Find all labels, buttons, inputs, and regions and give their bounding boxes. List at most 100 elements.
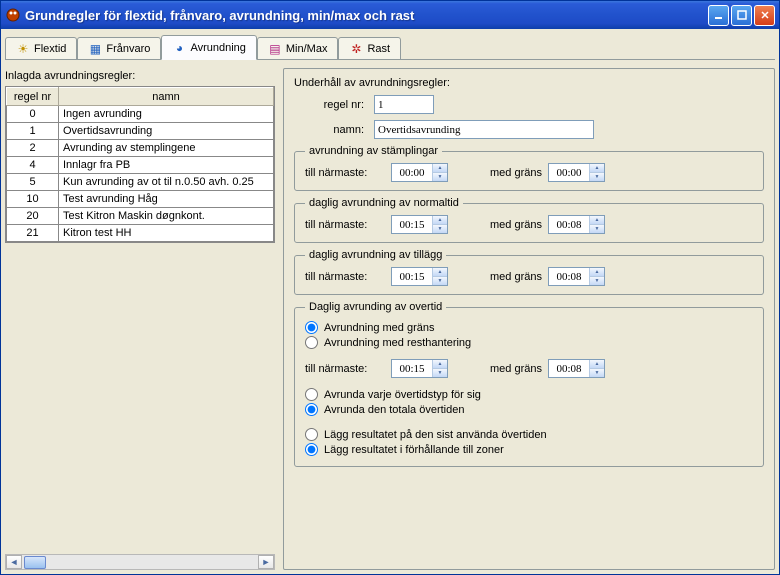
radio-varje-typ[interactable] <box>305 388 318 401</box>
med-grans-label: med gräns <box>490 219 542 231</box>
tillagg-nearest-input[interactable] <box>392 268 432 285</box>
radio-sist-anvanda[interactable] <box>305 428 318 441</box>
cell-namn: Kitron test HH <box>59 225 274 242</box>
cell-regel-nr: 20 <box>7 208 59 225</box>
spin-up-icon[interactable]: ▲ <box>433 164 447 173</box>
cell-namn: Kun avrunding av ot til n.0.50 avh. 0.25 <box>59 174 274 191</box>
spin-down-icon[interactable]: ▼ <box>433 369 447 377</box>
tab-avrundning[interactable]: ◕ Avrundning <box>161 35 256 60</box>
minmax-icon: ▤ <box>268 42 282 56</box>
spin-up-icon[interactable]: ▲ <box>590 216 604 225</box>
spin-down-icon[interactable]: ▼ <box>590 369 604 377</box>
spin-up-icon[interactable]: ▲ <box>433 360 447 369</box>
overtid-nearest-spinner[interactable]: ▲▼ <box>391 359 448 378</box>
spin-up-icon[interactable]: ▲ <box>433 268 447 277</box>
tab-label: Min/Max <box>286 43 328 55</box>
tab-minmax[interactable]: ▤ Min/Max <box>257 37 339 60</box>
tab-flextid[interactable]: ☀ Flextid <box>5 37 77 60</box>
radio-med-grans-label: Avrundning med gräns <box>324 322 434 334</box>
scroll-left-button[interactable]: ◄ <box>6 555 22 569</box>
overtid-limit-input[interactable] <box>549 360 589 377</box>
namn-input[interactable] <box>374 120 594 139</box>
cell-namn: Innlagr fra PB <box>59 157 274 174</box>
spin-down-icon[interactable]: ▼ <box>590 225 604 233</box>
radio-resthantering-label: Avrundning med resthantering <box>324 337 471 349</box>
radio-totala[interactable] <box>305 403 318 416</box>
tab-label: Frånvaro <box>106 43 150 55</box>
overtid-limit-spinner[interactable]: ▲▼ <box>548 359 605 378</box>
maximize-button[interactable] <box>731 5 752 26</box>
spin-down-icon[interactable]: ▼ <box>590 173 604 181</box>
table-row[interactable]: 20Test Kitron Maskin døgnkont. <box>7 208 274 225</box>
tab-label: Flextid <box>34 43 66 55</box>
table-row[interactable]: 21Kitron test HH <box>7 225 274 242</box>
stampling-nearest-input[interactable] <box>392 164 432 181</box>
cell-regel-nr: 1 <box>7 123 59 140</box>
radio-med-grans[interactable] <box>305 321 318 334</box>
overtid-nearest-input[interactable] <box>392 360 432 377</box>
rounding-icon: ◕ <box>172 41 186 55</box>
spin-up-icon[interactable]: ▲ <box>433 216 447 225</box>
gear-icon: ☀ <box>16 42 30 56</box>
cell-regel-nr: 0 <box>7 106 59 123</box>
cell-regel-nr: 4 <box>7 157 59 174</box>
table-row[interactable]: 4Innlagr fra PB <box>7 157 274 174</box>
cell-namn: Test avrunding Håg <box>59 191 274 208</box>
content: Inlagda avrundningsregler: regel nr namn… <box>5 60 775 570</box>
tab-rast[interactable]: ✲ Rast <box>338 37 401 60</box>
stampling-limit-spinner[interactable]: ▲▼ <box>548 163 605 182</box>
tab-franvaro[interactable]: ▦ Frånvaro <box>77 37 161 60</box>
normaltid-nearest-spinner[interactable]: ▲▼ <box>391 215 448 234</box>
stampling-limit-input[interactable] <box>549 164 589 181</box>
radio-forhallande-zoner[interactable] <box>305 443 318 456</box>
table-row[interactable]: 1Overtidsavrunding <box>7 123 274 140</box>
spin-down-icon[interactable]: ▼ <box>433 225 447 233</box>
col-namn[interactable]: namn <box>59 88 274 106</box>
stampling-nearest-spinner[interactable]: ▲▼ <box>391 163 448 182</box>
till-narmaste-label: till närmaste: <box>305 167 385 179</box>
regel-nr-input[interactable] <box>374 95 434 114</box>
close-button[interactable] <box>754 5 775 26</box>
group-stamplingar: avrundning av stämplingar till närmaste:… <box>294 145 764 191</box>
table-row[interactable]: 10Test avrunding Håg <box>7 191 274 208</box>
med-grans-label: med gräns <box>490 271 542 283</box>
cell-namn: Avrunding av stemplingene <box>59 140 274 157</box>
tillagg-limit-input[interactable] <box>549 268 589 285</box>
namn-label: namn: <box>294 124 374 136</box>
normaltid-limit-input[interactable] <box>549 216 589 233</box>
col-regel-nr[interactable]: regel nr <box>7 88 59 106</box>
group-overtid-legend: Daglig avrunding av overtid <box>305 301 446 313</box>
scroll-thumb[interactable] <box>24 556 46 569</box>
calendar-icon: ▦ <box>88 42 102 56</box>
minimize-button[interactable] <box>708 5 729 26</box>
table-row[interactable]: 0Ingen avrunding <box>7 106 274 123</box>
left-heading: Inlagda avrundningsregler: <box>5 70 275 82</box>
scroll-right-button[interactable]: ► <box>258 555 274 569</box>
horizontal-scrollbar[interactable]: ◄ ► <box>5 554 275 570</box>
spin-up-icon[interactable]: ▲ <box>590 164 604 173</box>
right-pane: Underhåll av avrundningsregler: regel nr… <box>283 68 775 570</box>
rules-table[interactable]: regel nr namn 0Ingen avrunding1Overtidsa… <box>5 86 275 243</box>
cell-regel-nr: 21 <box>7 225 59 242</box>
radio-resthantering[interactable] <box>305 336 318 349</box>
cell-regel-nr: 10 <box>7 191 59 208</box>
tillagg-limit-spinner[interactable]: ▲▼ <box>548 267 605 286</box>
normaltid-limit-spinner[interactable]: ▲▼ <box>548 215 605 234</box>
group-tillagg-legend: daglig avrundning av tillägg <box>305 249 446 261</box>
right-heading: Underhåll av avrundningsregler: <box>294 77 764 89</box>
group-stamplingar-legend: avrundning av stämplingar <box>305 145 442 157</box>
table-row[interactable]: 5Kun avrunding av ot til n.0.50 avh. 0.2… <box>7 174 274 191</box>
table-row[interactable]: 2Avrunding av stemplingene <box>7 140 274 157</box>
left-pane: Inlagda avrundningsregler: regel nr namn… <box>5 68 275 570</box>
tab-label: Avrundning <box>190 42 245 54</box>
till-narmaste-label: till närmaste: <box>305 271 385 283</box>
spin-up-icon[interactable]: ▲ <box>590 268 604 277</box>
tillagg-nearest-spinner[interactable]: ▲▼ <box>391 267 448 286</box>
normaltid-nearest-input[interactable] <box>392 216 432 233</box>
spin-down-icon[interactable]: ▼ <box>590 277 604 285</box>
spin-up-icon[interactable]: ▲ <box>590 360 604 369</box>
spin-down-icon[interactable]: ▼ <box>433 277 447 285</box>
radio-totala-label: Avrunda den totala övertiden <box>324 404 464 416</box>
spin-down-icon[interactable]: ▼ <box>433 173 447 181</box>
window-controls <box>708 5 775 26</box>
